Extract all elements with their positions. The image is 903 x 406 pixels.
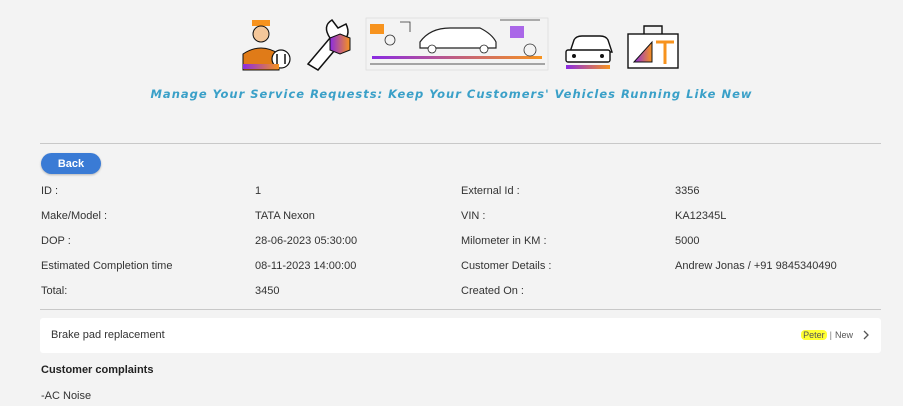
eta-value: 08-11-2023 14:00:00 xyxy=(255,260,357,272)
dop-value: 28-06-2023 05:30:00 xyxy=(255,235,358,247)
total-value: 3450 xyxy=(255,285,280,297)
external-id-value: 3356 xyxy=(675,185,700,197)
status-text: New xyxy=(834,330,853,340)
complaints-title: Customer complaints xyxy=(41,364,154,376)
meta-separator: | xyxy=(829,330,832,340)
dop-label: DOP : xyxy=(41,235,71,247)
tagline: Manage Your Service Requests: Keep Your … xyxy=(150,87,753,101)
service-item-meta: Peter | New xyxy=(801,329,871,341)
customer-details-label: Customer Details : xyxy=(461,260,552,272)
mechanic-icon xyxy=(242,20,291,71)
total-label: Total: xyxy=(41,285,68,297)
toolbox-icon xyxy=(627,25,679,69)
assignee-name: Peter xyxy=(801,330,827,340)
external-id-label: External Id : xyxy=(461,185,520,197)
vin-label: VIN : xyxy=(461,210,486,222)
make-model-value: TATA Nexon xyxy=(255,210,315,222)
created-on-label: Created On : xyxy=(461,285,524,297)
back-button[interactable]: Back xyxy=(41,153,101,174)
make-model-label: Make/Model : xyxy=(41,210,108,222)
milometer-label: Milometer in KM : xyxy=(461,235,547,247)
customer-details-value: Andrew Jonas / +91 9845340490 xyxy=(675,260,837,272)
garage-workshop-icon xyxy=(365,17,549,71)
id-value: 1 xyxy=(255,185,262,197)
id-label: ID : xyxy=(41,185,59,197)
banner xyxy=(242,17,679,71)
milometer-value: 5000 xyxy=(675,235,700,247)
car-icon xyxy=(565,35,613,69)
service-item-title: Brake pad replacement xyxy=(51,329,165,341)
chevron-right-icon[interactable] xyxy=(861,329,871,341)
service-item-row[interactable]: Brake pad replacement Peter | New xyxy=(40,318,881,353)
divider xyxy=(40,309,881,310)
vin-value: KA12345L xyxy=(675,210,727,222)
complaint-item: -AC Noise xyxy=(41,390,92,402)
eta-label: Estimated Completion time xyxy=(41,260,173,272)
divider xyxy=(40,143,881,144)
wrench-hexagon-icon xyxy=(306,19,351,71)
